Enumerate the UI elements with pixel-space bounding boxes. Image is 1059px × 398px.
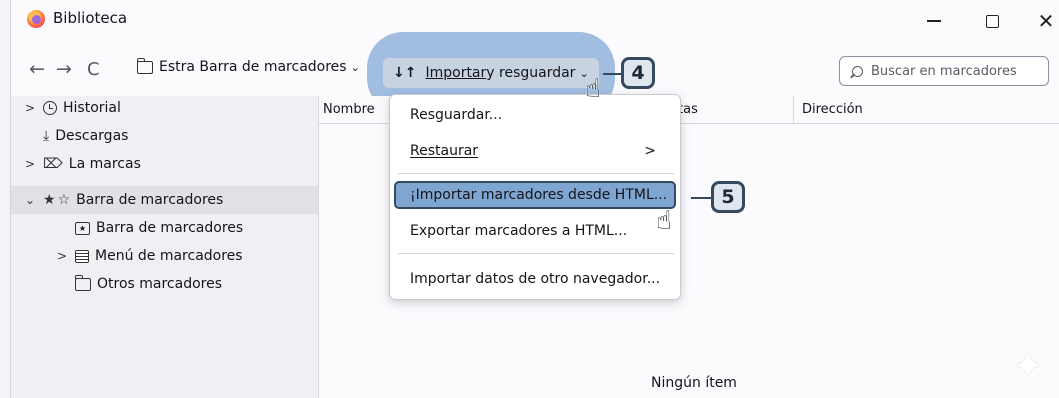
column-header-address[interactable]: Dirección [793,96,1059,124]
menu-item-export-html[interactable]: Exportar marcadores a HTML... [400,217,670,245]
search-placeholder: Buscar en marcadores [871,63,1017,79]
close-button[interactable]: ✕ [1023,3,1059,39]
callout-5-line [691,197,711,199]
menu-item-label: Restaurar [410,143,479,159]
expand-twisty-icon[interactable]: > [23,157,37,171]
menu-item-label: Importar datos de otro navegador... [410,271,661,287]
search-icon [852,65,863,77]
menu-item-import-browser[interactable]: Importar datos de otro navegador... [400,265,670,293]
sidebar-item-bookmarks-toolbar-root[interactable]: ⌄ ★ ☆ Barra de marcadores [11,186,318,214]
menu-item-label: ¡Importar marcadores desde HTML... [410,187,668,203]
reload-icon[interactable]: C [87,59,100,80]
bookmarks-toolbar-icon: ★ [75,221,90,235]
library-window: Biblioteca ✕ ← → C Estra Barra de marcad… [10,0,1059,398]
sidebar: > Historial ⤓ Descargas > ⌦ La marcas ⌄ … [11,96,319,398]
maximize-button[interactable] [969,3,1015,39]
menu-separator [398,173,674,174]
menu-item-label: Exportar marcadores a HTML... [410,223,628,239]
chevron-down-icon: ⌄ [350,60,360,74]
callout-step-5: 5 [711,181,745,213]
sidebar-item-label: La marcas [68,156,141,172]
sparkle-icon: ✦ [1013,346,1044,387]
tag-icon: ⌦ [43,156,63,172]
star-outline-icon: ☆ [57,192,71,208]
menu-separator [398,253,674,254]
import-backup-menu: Resguardar... Restaurar > ¡Importar marc… [389,94,681,300]
organize-folder-button[interactable]: Estra Barra de marcadores ⌄ [137,57,360,75]
submenu-arrow-icon: > [644,143,656,159]
download-icon: ⤓ [43,128,50,144]
menu-item-backup[interactable]: Resguardar... [400,101,670,129]
sidebar-item-label: Barra de marcadores [96,220,244,236]
callout-step-4: 4 [621,57,655,89]
sidebar-item-label: Barra de marcadores [76,192,224,208]
folder-icon [75,274,91,291]
callout-4-line [603,73,621,75]
clock-icon [43,101,57,115]
collapse-twisty-icon[interactable]: ⌄ [23,193,37,207]
column-header-name[interactable]: Nombre [319,96,393,124]
import-backup-label-suffix: y resguardar [486,65,576,81]
window-title: Biblioteca [53,9,128,27]
sidebar-item-history[interactable]: > Historial [23,100,121,116]
hand-cursor-icon: ☝ [585,74,601,104]
back-arrow-icon[interactable]: ← [29,58,45,80]
sidebar-item-tags[interactable]: > ⌦ La marcas [23,156,141,172]
expand-twisty-icon[interactable]: > [23,101,37,115]
sidebar-item-bookmarks-menu[interactable]: > Menú de marcadores [55,248,243,264]
bookmarks-menu-icon [75,249,89,263]
firefox-icon [27,10,45,28]
import-backup-button[interactable]: ↓↑ Importar y resguardar ⌄ [383,58,599,88]
expand-twisty-icon[interactable]: > [55,249,69,263]
minimize-button[interactable] [911,3,957,39]
sidebar-item-label: Otros marcadores [97,276,223,292]
menu-item-restore[interactable]: Restaurar > [400,137,670,165]
hand-cursor-icon: ☝ [656,206,672,236]
sidebar-item-label: Descargas [55,128,129,144]
sort-arrows-icon: ↓↑ [393,65,417,81]
sidebar-item-bookmarks-toolbar[interactable]: ★ Barra de marcadores [75,220,243,236]
star-filled-icon: ★ [43,192,56,208]
forward-arrow-icon[interactable]: → [56,58,72,80]
empty-list-message: Ningún ítem [651,375,737,391]
organize-folder-label: Estra Barra de marcadores [159,59,347,75]
sidebar-item-label: Historial [63,100,121,116]
maximize-icon [985,14,999,28]
sidebar-item-downloads[interactable]: ⤓ Descargas [23,128,128,144]
sidebar-item-label: Menú de marcadores [95,248,243,264]
sidebar-item-other-bookmarks[interactable]: Otros marcadores [75,274,223,292]
minimize-icon [927,20,941,22]
menu-item-label: Resguardar... [410,107,503,123]
menu-item-import-html[interactable]: ¡Importar marcadores desde HTML... [394,181,676,209]
close-icon: ✕ [1037,9,1055,33]
search-input[interactable]: Buscar en marcadores [839,56,1049,86]
folder-icon [137,57,153,74]
import-backup-label-prefix: Importar [425,65,487,81]
